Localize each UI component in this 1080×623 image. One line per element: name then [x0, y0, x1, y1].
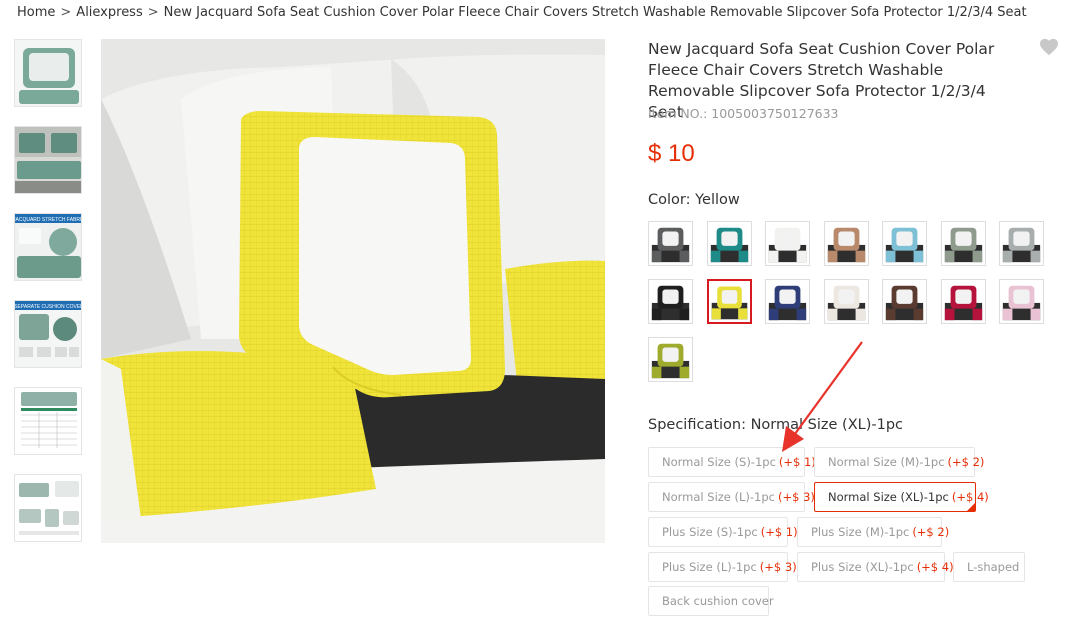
- color-swatch-10[interactable]: [765, 279, 810, 324]
- breadcrumb-separator: >: [60, 5, 72, 20]
- spec-option-label: Normal Size (S)-1pc: [662, 455, 776, 469]
- spec-option-label: Plus Size (S)-1pc: [662, 525, 758, 539]
- color-swatch-8[interactable]: [648, 279, 693, 324]
- spec-option-label: Normal Size (M)-1pc: [828, 455, 945, 469]
- svg-text:SEPARATE CUSHION COVER: SEPARATE CUSHION COVER: [15, 304, 82, 310]
- color-swatch-15[interactable]: [648, 337, 693, 382]
- spec-option-price-add: (+$ 4): [916, 560, 954, 574]
- color-label: Color: Yellow: [648, 192, 740, 208]
- spec-option-price-add: (+$ 3): [778, 490, 815, 504]
- spec-option-price-add: (+$ 1): [760, 525, 798, 539]
- color-swatch-9[interactable]: [706, 279, 752, 324]
- breadcrumb-current: New Jacquard Sofa Seat Cushion Cover Pol…: [163, 5, 1027, 20]
- thumbnail-list: JACQUARD STRETCH FABRIC SEPARATE CUSHION…: [14, 39, 84, 561]
- spec-option-4[interactable]: Normal Size (XL)-1pc (+$ 4): [814, 482, 989, 512]
- specification-label: Specification: Normal Size (XL)-1pc: [648, 417, 903, 433]
- spec-option-label: Plus Size (M)-1pc: [811, 525, 910, 539]
- thumbnail-1[interactable]: [14, 39, 82, 107]
- spec-option-5[interactable]: Plus Size (S)-1pc (+$ 1): [648, 517, 798, 547]
- spec-option-label: Back cushion cover: [662, 594, 774, 608]
- thumbnail-4[interactable]: SEPARATE CUSHION COVER: [14, 300, 82, 368]
- spec-option-label: Normal Size (L)-1pc: [662, 490, 775, 504]
- color-swatch-13[interactable]: [940, 279, 986, 324]
- color-swatch-6[interactable]: [940, 221, 986, 266]
- thumbnail-3[interactable]: JACQUARD STRETCH FABRIC: [14, 213, 82, 281]
- heart-icon[interactable]: [1039, 38, 1059, 56]
- color-swatch-11[interactable]: [823, 279, 869, 324]
- svg-text:JACQUARD STRETCH FABRIC: JACQUARD STRETCH FABRIC: [15, 217, 82, 223]
- spec-option-9[interactable]: L-shaped: [953, 552, 1025, 582]
- color-swatch-14[interactable]: [999, 279, 1044, 324]
- color-swatch-3[interactable]: [765, 221, 810, 266]
- spec-option-price-add: (+$ 2): [947, 455, 985, 469]
- spec-option-10[interactable]: Back cushion cover: [648, 586, 774, 616]
- spec-option-label: L-shaped: [967, 560, 1020, 574]
- spec-option-3[interactable]: Normal Size (L)-1pc (+$ 3): [648, 482, 815, 512]
- item-number: Item NO.: 1005003750127633: [648, 106, 839, 121]
- color-swatch-7[interactable]: [999, 221, 1044, 266]
- spec-option-6[interactable]: Plus Size (M)-1pc (+$ 2): [797, 517, 949, 547]
- annotation-arrow-icon: [782, 341, 863, 452]
- breadcrumb-home-link[interactable]: Home: [17, 5, 55, 20]
- spec-option-7[interactable]: Plus Size (L)-1pc (+$ 3): [648, 552, 797, 582]
- color-swatch-5[interactable]: [882, 221, 927, 266]
- spec-option-label: Normal Size (XL)-1pc: [828, 490, 949, 504]
- breadcrumb-store-link[interactable]: Aliexpress: [76, 5, 142, 20]
- color-swatch-2[interactable]: [706, 221, 752, 266]
- thumbnail-2[interactable]: [14, 126, 82, 194]
- price: $ 10: [648, 140, 695, 167]
- breadcrumb: Home > Aliexpress > New Jacquard Sofa Seat C…: [17, 5, 1027, 20]
- thumbnail-5[interactable]: [14, 387, 82, 455]
- spec-option-price-add: (+$ 2): [912, 525, 950, 539]
- color-swatch-12[interactable]: [882, 279, 927, 324]
- color-swatch-1[interactable]: [648, 221, 693, 266]
- spec-option-8[interactable]: Plus Size (XL)-1pc (+$ 4): [797, 552, 954, 582]
- spec-option-price-add: (+$ 1): [778, 455, 816, 469]
- spec-option-label: Plus Size (XL)-1pc: [811, 560, 914, 574]
- spec-option-label: Plus Size (L)-1pc: [662, 560, 757, 574]
- color-swatch-4[interactable]: [823, 221, 869, 266]
- spec-option-price-add: (+$ 3): [759, 560, 797, 574]
- thumbnail-6[interactable]: [14, 474, 82, 542]
- spec-option-1[interactable]: Normal Size (S)-1pc (+$ 1): [648, 447, 816, 477]
- spec-option-price-add: (+$ 4): [951, 490, 989, 504]
- main-product-image[interactable]: [101, 39, 605, 543]
- spec-option-2[interactable]: Normal Size (M)-1pc (+$ 2): [814, 447, 984, 477]
- breadcrumb-separator: >: [147, 5, 159, 20]
